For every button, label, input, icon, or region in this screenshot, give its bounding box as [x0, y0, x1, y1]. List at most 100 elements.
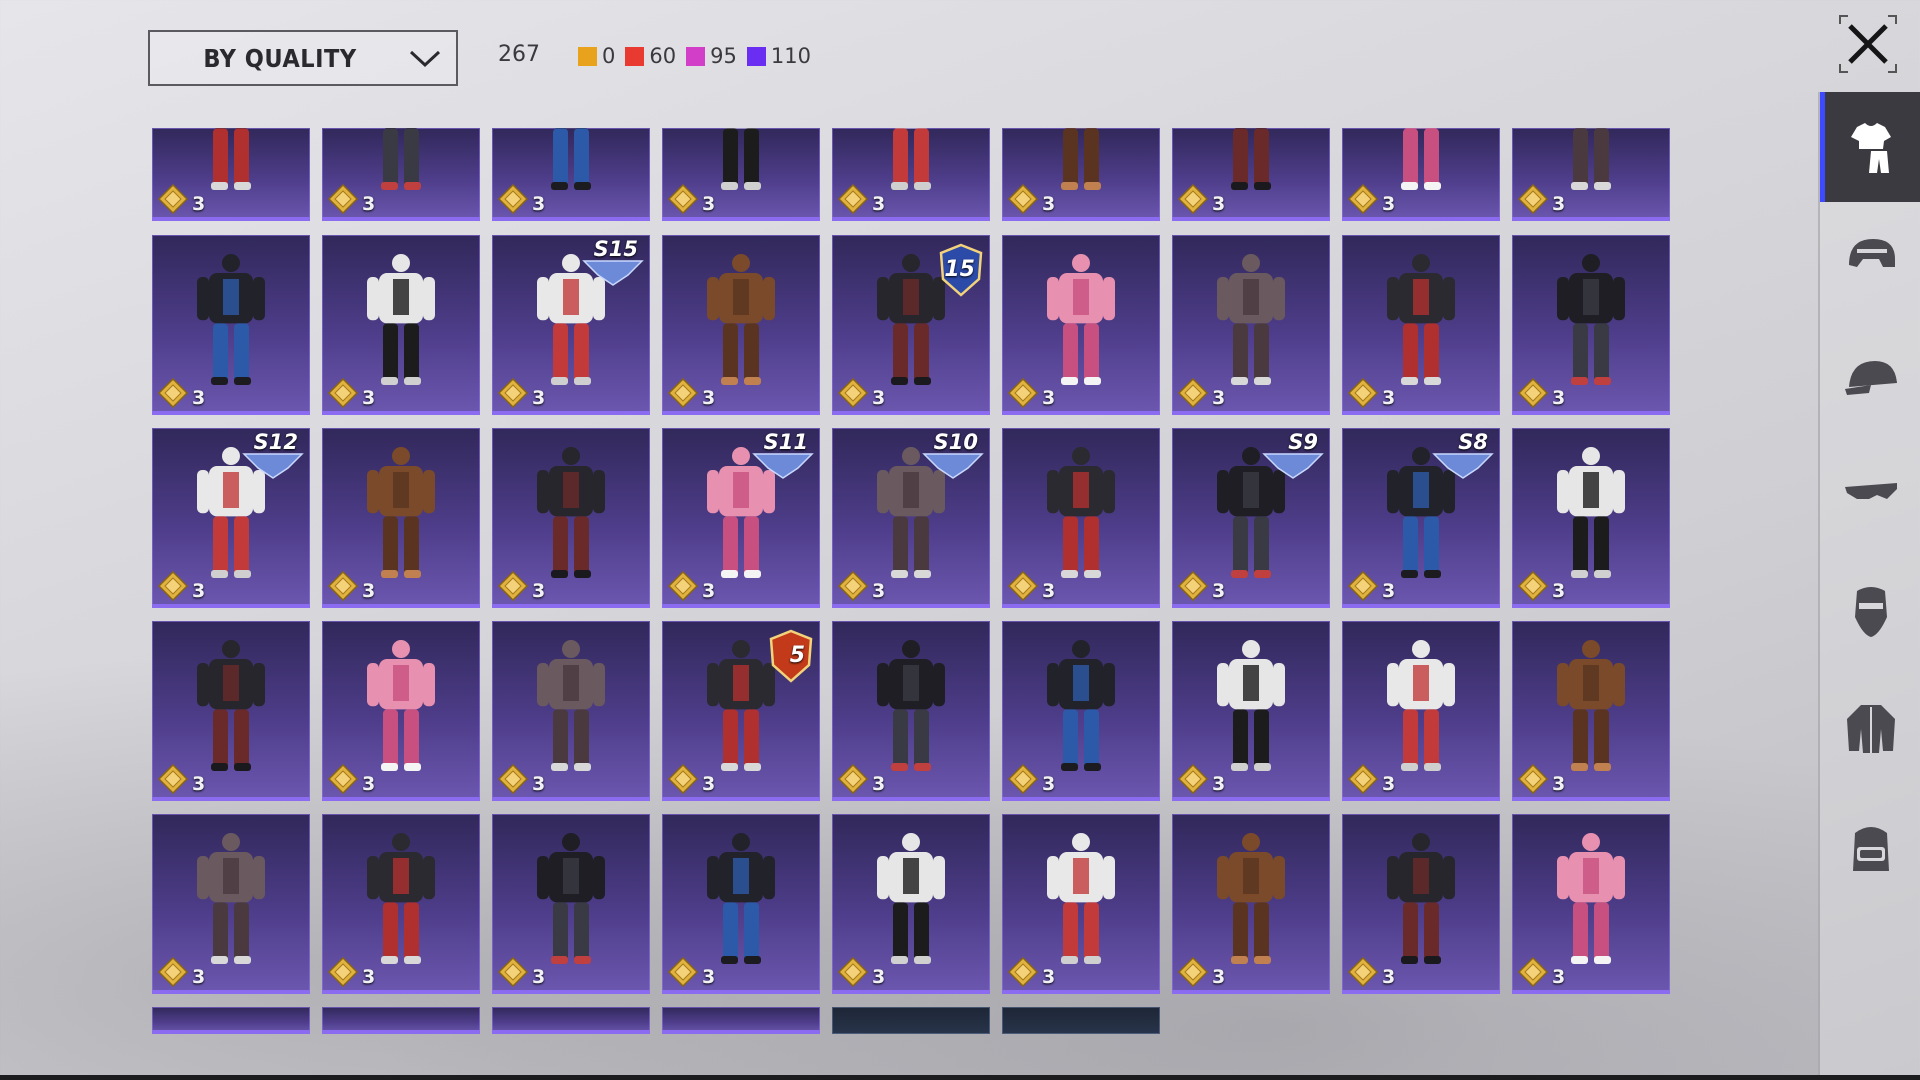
coin-icon [158, 378, 188, 408]
item-count: 3 [532, 966, 546, 988]
outfit-tile[interactable]: 3 [1002, 621, 1160, 801]
item-count: 3 [702, 966, 716, 988]
outfit-tile[interactable] [1002, 1007, 1160, 1034]
season-badge-label: S11 [763, 430, 808, 454]
item-count: 3 [362, 966, 376, 988]
coin-icon [498, 571, 528, 601]
outfit-tile[interactable]: 3 [322, 428, 480, 608]
outfit-tile[interactable]: 3 S15 [492, 235, 650, 415]
outfit-tile[interactable]: 3 S8 [1342, 428, 1500, 608]
item-count: 3 [1212, 966, 1226, 988]
sidebar-tab-glasses[interactable] [1820, 438, 1920, 548]
coin-icon [1348, 378, 1378, 408]
outfit-tile[interactable]: 3 [492, 621, 650, 801]
item-count: 3 [702, 773, 716, 795]
coin-icon [1518, 184, 1548, 214]
item-count: 3 [1382, 387, 1396, 409]
coin-icon [668, 378, 698, 408]
coin-icon [498, 957, 528, 987]
outfit-tile[interactable]: 3 [322, 814, 480, 994]
outfit-tile[interactable]: 3 [492, 428, 650, 608]
coin-icon [1008, 378, 1038, 408]
sidebar-tab-cap[interactable] [1820, 320, 1920, 430]
outfit-tile[interactable]: 3 [662, 128, 820, 221]
coin-icon [1008, 571, 1038, 601]
sidebar-tab-outfit[interactable] [1820, 92, 1920, 202]
item-count: 3 [1552, 580, 1566, 602]
outfit-tile[interactable]: 3 [1512, 235, 1670, 415]
outfit-tile[interactable]: 3 [1512, 428, 1670, 608]
outfit-tile[interactable]: 3 S10 [832, 428, 990, 608]
sidebar-tab-jacket[interactable] [1820, 674, 1920, 784]
outfit-tile[interactable]: 3 [152, 621, 310, 801]
outfit-tile[interactable]: 3 S11 [662, 428, 820, 608]
outfit-tile[interactable]: 3 [1172, 814, 1330, 994]
outfit-tile[interactable]: 3 [152, 235, 310, 415]
outfit-tile[interactable]: 3 [1512, 621, 1670, 801]
outfit-tile[interactable]: 3 15 [832, 235, 990, 415]
outfit-tile[interactable]: 3 [1002, 814, 1160, 994]
item-count: 3 [192, 966, 206, 988]
outfit-partial-icon [832, 1007, 990, 1034]
coin-icon [668, 571, 698, 601]
outfit-tile[interactable]: 3 [322, 621, 480, 801]
coin-icon [668, 764, 698, 794]
outfit-tile[interactable]: 3 [1002, 128, 1160, 221]
backpack-icon [1853, 827, 1889, 871]
sidebar-tab-backpack[interactable] [1820, 792, 1920, 902]
item-count: 3 [362, 580, 376, 602]
outfit-tile[interactable]: 3 [832, 814, 990, 994]
outfit-tile[interactable]: 3 [1512, 814, 1670, 994]
outfit-tile[interactable]: 3 [1002, 235, 1160, 415]
item-count: 3 [1042, 387, 1056, 409]
coin-icon [158, 571, 188, 601]
outfit-tile[interactable]: 3 [152, 814, 310, 994]
outfit-tile[interactable]: 3 [1342, 814, 1500, 994]
item-count: 3 [872, 387, 886, 409]
outfit-tile[interactable]: 3 [492, 128, 650, 221]
outfit-tile[interactable] [322, 1007, 480, 1034]
coin-icon [838, 764, 868, 794]
outfit-tile[interactable]: 3 [1172, 128, 1330, 221]
item-count: 3 [1382, 580, 1396, 602]
coin-icon [838, 571, 868, 601]
outfit-tile[interactable]: 3 [492, 814, 650, 994]
item-count: 3 [362, 387, 376, 409]
outfit-partial-icon [152, 1007, 310, 1034]
outfit-tile[interactable] [152, 1007, 310, 1034]
outfit-tile[interactable]: 3 S12 [152, 428, 310, 608]
outfit-tile[interactable]: 3 [1172, 235, 1330, 415]
outfit-tile[interactable]: 3 [1342, 235, 1500, 415]
sort-dropdown[interactable]: BY QUALITY [148, 30, 458, 86]
close-icon [1839, 15, 1897, 73]
outfit-tile[interactable]: 3 [832, 621, 990, 801]
outfit-tile[interactable]: 3 S9 [1172, 428, 1330, 608]
outfit-tile[interactable]: 35 [662, 621, 820, 801]
coin-icon [1008, 957, 1038, 987]
outfit-tile[interactable]: 3 [1342, 621, 1500, 801]
close-button[interactable] [1838, 14, 1898, 74]
quality-legend: 0 60 95 110 [578, 44, 821, 68]
outfit-tile[interactable]: 3 [322, 128, 480, 221]
sidebar-tab-mask[interactable] [1820, 556, 1920, 666]
bottom-divider [0, 1075, 1920, 1080]
outfit-tile[interactable]: 3 [1002, 428, 1160, 608]
item-count: 3 [702, 193, 716, 215]
outfit-tile[interactable]: 3 [1172, 621, 1330, 801]
outfit-tile[interactable] [492, 1007, 650, 1034]
outfit-tile[interactable]: 3 [662, 235, 820, 415]
total-item-count: 267 [498, 42, 540, 67]
outfit-tile[interactable]: 3 [1342, 128, 1500, 221]
outfit-tile[interactable]: 3 [1512, 128, 1670, 221]
outfit-tile[interactable] [832, 1007, 990, 1034]
outfit-tile[interactable]: 3 [662, 814, 820, 994]
quality-count-item: 60 [625, 44, 676, 68]
coin-icon [498, 764, 528, 794]
outfit-tile[interactable]: 3 [832, 128, 990, 221]
outfit-tile[interactable] [662, 1007, 820, 1034]
outfit-tile[interactable]: 3 [322, 235, 480, 415]
sidebar-tab-helmet[interactable] [1820, 202, 1920, 312]
outfit-tile[interactable]: 3 [152, 128, 310, 221]
coin-icon [1348, 571, 1378, 601]
helmet-icon [1849, 239, 1895, 267]
